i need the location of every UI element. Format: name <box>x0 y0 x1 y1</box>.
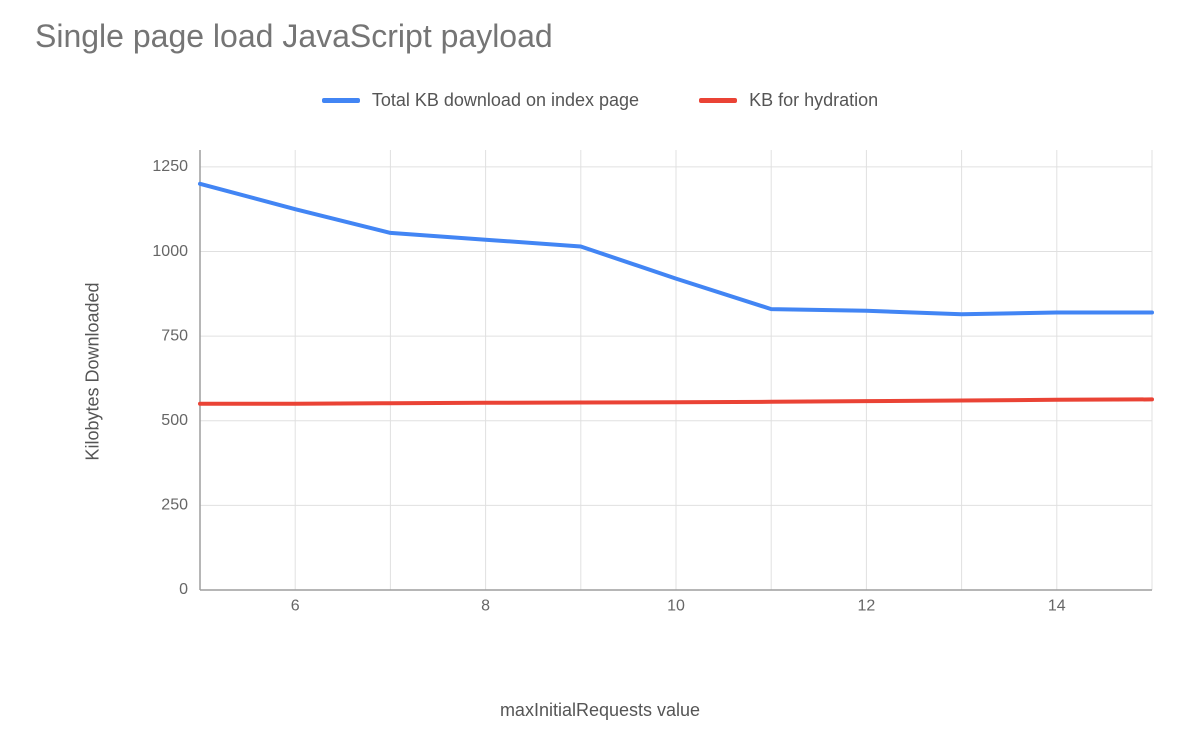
svg-text:500: 500 <box>161 412 188 429</box>
svg-text:14: 14 <box>1048 597 1066 614</box>
svg-text:750: 750 <box>161 327 188 344</box>
svg-text:250: 250 <box>161 497 188 514</box>
legend-swatch-icon <box>322 98 360 103</box>
svg-text:12: 12 <box>858 597 876 614</box>
legend-label: Total KB download on index page <box>372 90 639 111</box>
svg-text:1000: 1000 <box>152 243 188 260</box>
legend-item-hydration: KB for hydration <box>699 90 878 111</box>
svg-text:6: 6 <box>291 597 300 614</box>
legend-label: KB for hydration <box>749 90 878 111</box>
chart-container: Single page load JavaScript payload Tota… <box>0 0 1200 742</box>
legend-item-total: Total KB download on index page <box>322 90 639 111</box>
chart-svg: 0 250 500 750 1000 1250 6 8 10 12 14 <box>140 140 1160 630</box>
plot-area: 0 250 500 750 1000 1250 6 8 10 12 14 <box>140 140 1160 630</box>
gridlines <box>200 150 1152 590</box>
svg-text:1250: 1250 <box>152 158 188 175</box>
svg-text:10: 10 <box>667 597 685 614</box>
svg-text:8: 8 <box>481 597 490 614</box>
legend-swatch-icon <box>699 98 737 103</box>
tick-labels: 0 250 500 750 1000 1250 6 8 10 12 14 <box>152 158 1065 614</box>
x-axis-title: maxInitialRequests value <box>0 700 1200 721</box>
svg-text:0: 0 <box>179 581 188 598</box>
